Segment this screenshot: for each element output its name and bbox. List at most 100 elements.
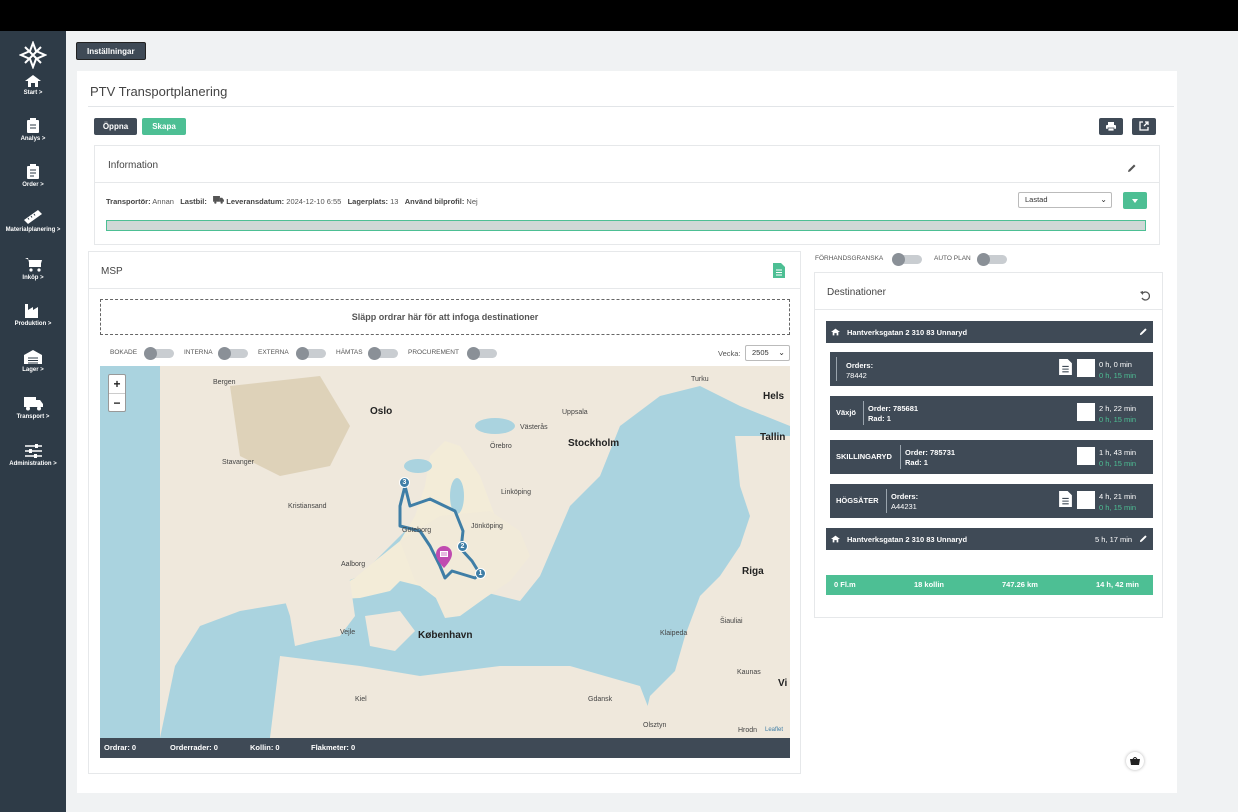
- sidebar-item-order[interactable]: Order >: [0, 164, 66, 188]
- map-label-hrodna: Hrodn: [738, 727, 758, 734]
- edit-pencil-icon[interactable]: [1139, 534, 1148, 543]
- truck-icon: [213, 196, 225, 204]
- map-attribution[interactable]: Leaflet: [765, 727, 783, 733]
- destinations-divider: [815, 309, 1162, 310]
- map-label-helsinki: Hels: [763, 391, 785, 402]
- map-label-stockholm: Stockholm: [568, 438, 620, 449]
- home-icon: [831, 328, 840, 336]
- refresh-icon[interactable]: [1140, 291, 1150, 301]
- map-label-aalborg: Aalborg: [341, 561, 366, 568]
- map-label-vasteras: Västerås: [520, 424, 548, 431]
- create-button[interactable]: Skapa: [142, 118, 186, 135]
- summary-time: 14 h, 42 min: [1096, 580, 1139, 589]
- print-button[interactable]: [1099, 118, 1123, 135]
- information-details: Transportör: Annan Lastbil: Leveransdatu…: [106, 196, 478, 206]
- information-card: Information Transportör: Annan Lastbil: …: [94, 145, 1160, 245]
- destination-stop-1[interactable]: Orders: 78442 0 h, 0 min 0 h, 15 min: [830, 352, 1153, 386]
- spreadsheet-icon[interactable]: [773, 263, 785, 278]
- sliders-icon: [24, 444, 42, 458]
- week-label: Vecka:: [718, 349, 741, 358]
- stop-checkbox[interactable]: [1077, 403, 1095, 421]
- stop-checkbox[interactable]: [1077, 359, 1095, 377]
- map-label-klaipeda: Klaipeda: [660, 630, 688, 637]
- filter-toggle-procurement[interactable]: [467, 347, 497, 360]
- filter-toggle-externa[interactable]: [296, 347, 326, 360]
- map-footer: Ordrar: 0 Orderrader: 0 Kollin: 0 Flakme…: [100, 738, 790, 758]
- map-label-kristiansand: Kristiansand: [288, 503, 327, 510]
- home-icon: [831, 535, 840, 543]
- open-button[interactable]: Öppna: [94, 118, 137, 135]
- stop-checkbox[interactable]: [1077, 491, 1095, 509]
- basket-icon: [1130, 757, 1140, 765]
- load-progress-bar: [106, 220, 1146, 231]
- clipboard-list-icon: [27, 164, 39, 179]
- week-select[interactable]: 2505 ⌄: [745, 345, 790, 361]
- edit-pencil-icon[interactable]: [1139, 327, 1148, 336]
- filter-toggle-interna[interactable]: [218, 347, 248, 360]
- map-label-kaunas: Kaunas: [737, 669, 761, 676]
- home-icon: [25, 75, 41, 87]
- factory-icon: [25, 304, 38, 318]
- sidebar-item-administration[interactable]: Administration >: [0, 444, 66, 467]
- destination-stop-3[interactable]: SKILLINGARYD Order: 785731 Rad: 1 1 h, 4…: [830, 440, 1153, 474]
- filter-toggle-bokade[interactable]: [144, 347, 174, 360]
- start-address-row[interactable]: Hantverksgatan 2 310 83 Unnaryd: [826, 321, 1153, 343]
- edit-pencil-icon[interactable]: [1127, 163, 1137, 173]
- logo-icon[interactable]: [19, 41, 47, 69]
- sidebar-item-lager[interactable]: Lager >: [0, 350, 66, 373]
- route-marker-3[interactable]: 3: [399, 477, 410, 488]
- status-dropdown-button[interactable]: [1123, 192, 1147, 209]
- map-label-siauliai: Šiauliai: [720, 618, 743, 625]
- filter-toggle-hamtas[interactable]: [368, 347, 398, 360]
- end-address-row[interactable]: Hantverksgatan 2 310 83 Unnaryd 5 h, 17 …: [826, 528, 1153, 550]
- sidebar-item-start[interactable]: Start >: [0, 75, 66, 96]
- status-select[interactable]: Lastad ⌄: [1018, 192, 1112, 208]
- filter-label-externa: EXTERNA: [258, 349, 289, 356]
- destination-stop-4[interactable]: HÖGSÄTER Orders: A44231 4 h, 21 min 0 h,…: [830, 484, 1153, 518]
- page-title: PTV Transportplanering: [90, 84, 228, 99]
- depot-pin-icon[interactable]: [436, 546, 452, 568]
- top-bar: [0, 0, 1238, 31]
- basket-button[interactable]: [1126, 752, 1144, 770]
- sidebar-item-inkop[interactable]: Inköp >: [0, 258, 66, 281]
- route-map[interactable]: Bergen Oslo Uppsala Turku Hels Västerås …: [100, 366, 790, 738]
- autoplan-toggle[interactable]: [977, 253, 1007, 266]
- map-label-uppsala: Uppsala: [562, 409, 588, 416]
- content-panel: PTV Transportplanering Öppna Skapa Infor…: [77, 71, 1177, 793]
- route-marker-2[interactable]: 2: [457, 541, 468, 552]
- map-label-gdansk: Gdansk: [588, 696, 613, 703]
- sidebar-item-analys[interactable]: Analys >: [0, 118, 66, 142]
- map-label-stavanger: Stavanger: [222, 459, 254, 466]
- route-marker-1[interactable]: 1: [475, 568, 486, 579]
- map-label-vejle: Vejle: [340, 629, 356, 636]
- filter-label-hamtas: HÄMTAS: [336, 349, 363, 356]
- map-label-olsztyn: Olsztyn: [643, 722, 667, 729]
- zoom-in-button[interactable]: +: [109, 375, 125, 393]
- information-title: Information: [108, 160, 159, 171]
- sidebar-item-transport[interactable]: Transport >: [0, 397, 66, 420]
- truck-icon: [23, 397, 43, 411]
- document-icon[interactable]: [1059, 491, 1072, 507]
- msp-divider: [89, 288, 800, 289]
- preview-toggle[interactable]: [892, 253, 922, 266]
- preview-label: FÖRHANDSGRANSKA: [815, 255, 884, 262]
- summary-packages: 18 kollin: [914, 580, 945, 589]
- summary-flakmeter: 0 Fl.m: [834, 580, 856, 589]
- sidebar-item-produktion[interactable]: Produktion >: [0, 304, 66, 327]
- map-label-bergen: Bergen: [213, 379, 236, 386]
- map-label-goteborg: Göteborg: [402, 527, 432, 534]
- map-label-jonkoping: Jönköping: [471, 523, 503, 530]
- order-drop-zone[interactable]: Släpp ordrar här för att infoga destinat…: [100, 299, 790, 335]
- open-external-button[interactable]: [1132, 118, 1156, 135]
- settings-button[interactable]: Inställningar: [76, 42, 146, 60]
- map-label-turku: Turku: [691, 376, 709, 383]
- footer-flakmeter: Flakmeter: 0: [311, 743, 356, 752]
- sidebar-item-materialplanering[interactable]: Materialplanering >: [0, 210, 66, 233]
- zoom-out-button[interactable]: −: [109, 393, 125, 411]
- document-icon[interactable]: [1059, 359, 1072, 375]
- stop-checkbox[interactable]: [1077, 447, 1095, 465]
- map-label-vilnius: Vi: [778, 678, 788, 689]
- footer-orders: Ordrar: 0: [104, 743, 137, 752]
- destination-stop-2[interactable]: Växjö Order: 785681 Rad: 1 2 h, 22 min 0…: [830, 396, 1153, 430]
- warehouse-icon: [24, 350, 42, 364]
